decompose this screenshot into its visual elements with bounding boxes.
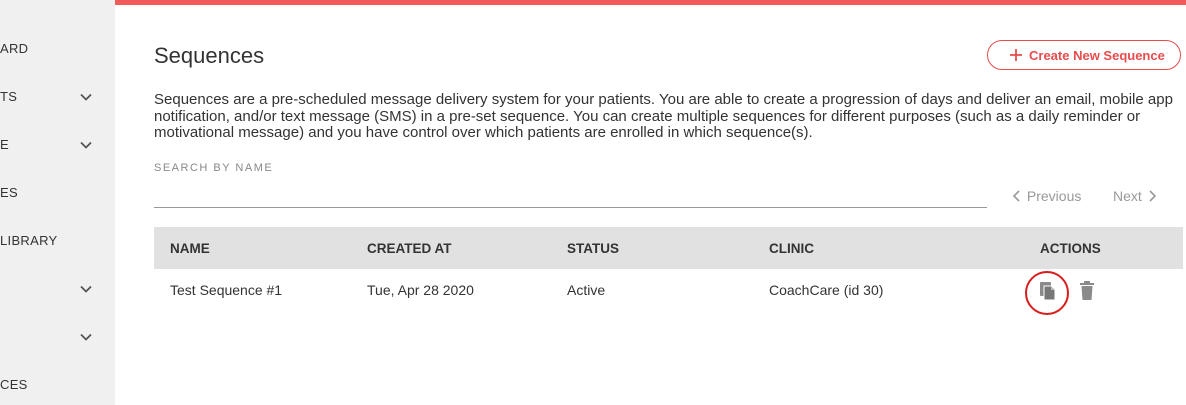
next-page-button[interactable]: Next [1113,188,1158,204]
sidebar-item-patients[interactable]: TS [0,85,115,109]
cell-clinic: CoachCare (id 30) [769,282,884,298]
sidebar-item-resources[interactable]: CES [0,373,115,397]
sidebar: ARD TS E ES LIBRARY CES [0,0,115,405]
next-label: Next [1113,188,1142,204]
search-label: SEARCH BY NAME [154,162,274,174]
chevron-down-icon [80,285,92,293]
column-header-actions: ACTIONS [1040,241,1101,256]
trash-icon[interactable] [1079,280,1095,307]
cell-status: Active [567,282,606,298]
sidebar-item-label: E [0,137,9,152]
sidebar-item-schedule[interactable]: E [0,133,115,157]
column-header-name: NAME [170,241,210,256]
sidebar-item-library[interactable]: LIBRARY [0,229,115,253]
page-description: Sequences are a pre-scheduled message de… [154,91,1173,141]
chevron-down-icon [80,333,92,341]
page-title: Sequences [154,43,265,68]
table-header: NAME CREATED AT STATUS CLINIC ACTIONS [154,227,1183,269]
plus-icon [1010,49,1022,61]
previous-label: Previous [1026,188,1082,204]
previous-page-button[interactable]: Previous [1011,188,1081,204]
search-input[interactable] [154,181,987,208]
chevron-down-icon [80,93,92,101]
create-new-sequence-button[interactable]: Create New Sequence [987,40,1181,70]
sidebar-item-label: LIBRARY [0,233,58,248]
sidebar-item-sequences[interactable]: ES [0,181,115,205]
table-row: Test Sequence #1 Tue, Apr 28 2020 Active… [154,269,1183,313]
column-header-status: STATUS [567,241,619,256]
sidebar-item-label: CES [0,377,28,392]
sidebar-item-label: ES [0,185,18,200]
sidebar-item-collapsed-2[interactable] [0,325,115,349]
chevron-down-icon [80,141,92,149]
cell-created-at: Tue, Apr 28 2020 [367,282,474,298]
sidebar-item-dashboard[interactable]: ARD [0,37,115,61]
column-header-clinic: CLINIC [769,241,814,256]
main-content: Sequences Create New Sequence Sequences … [115,5,1186,405]
create-button-label: Create New Sequence [1029,48,1165,63]
sidebar-item-collapsed-1[interactable] [0,277,115,301]
sidebar-item-label: ARD [0,41,29,56]
duplicate-icon[interactable] [1037,280,1059,307]
cell-name: Test Sequence #1 [170,282,283,298]
sidebar-item-label: TS [0,89,18,104]
chevron-left-icon [1012,190,1020,202]
column-header-created-at: CREATED AT [367,241,452,256]
chevron-right-icon [1149,190,1156,202]
